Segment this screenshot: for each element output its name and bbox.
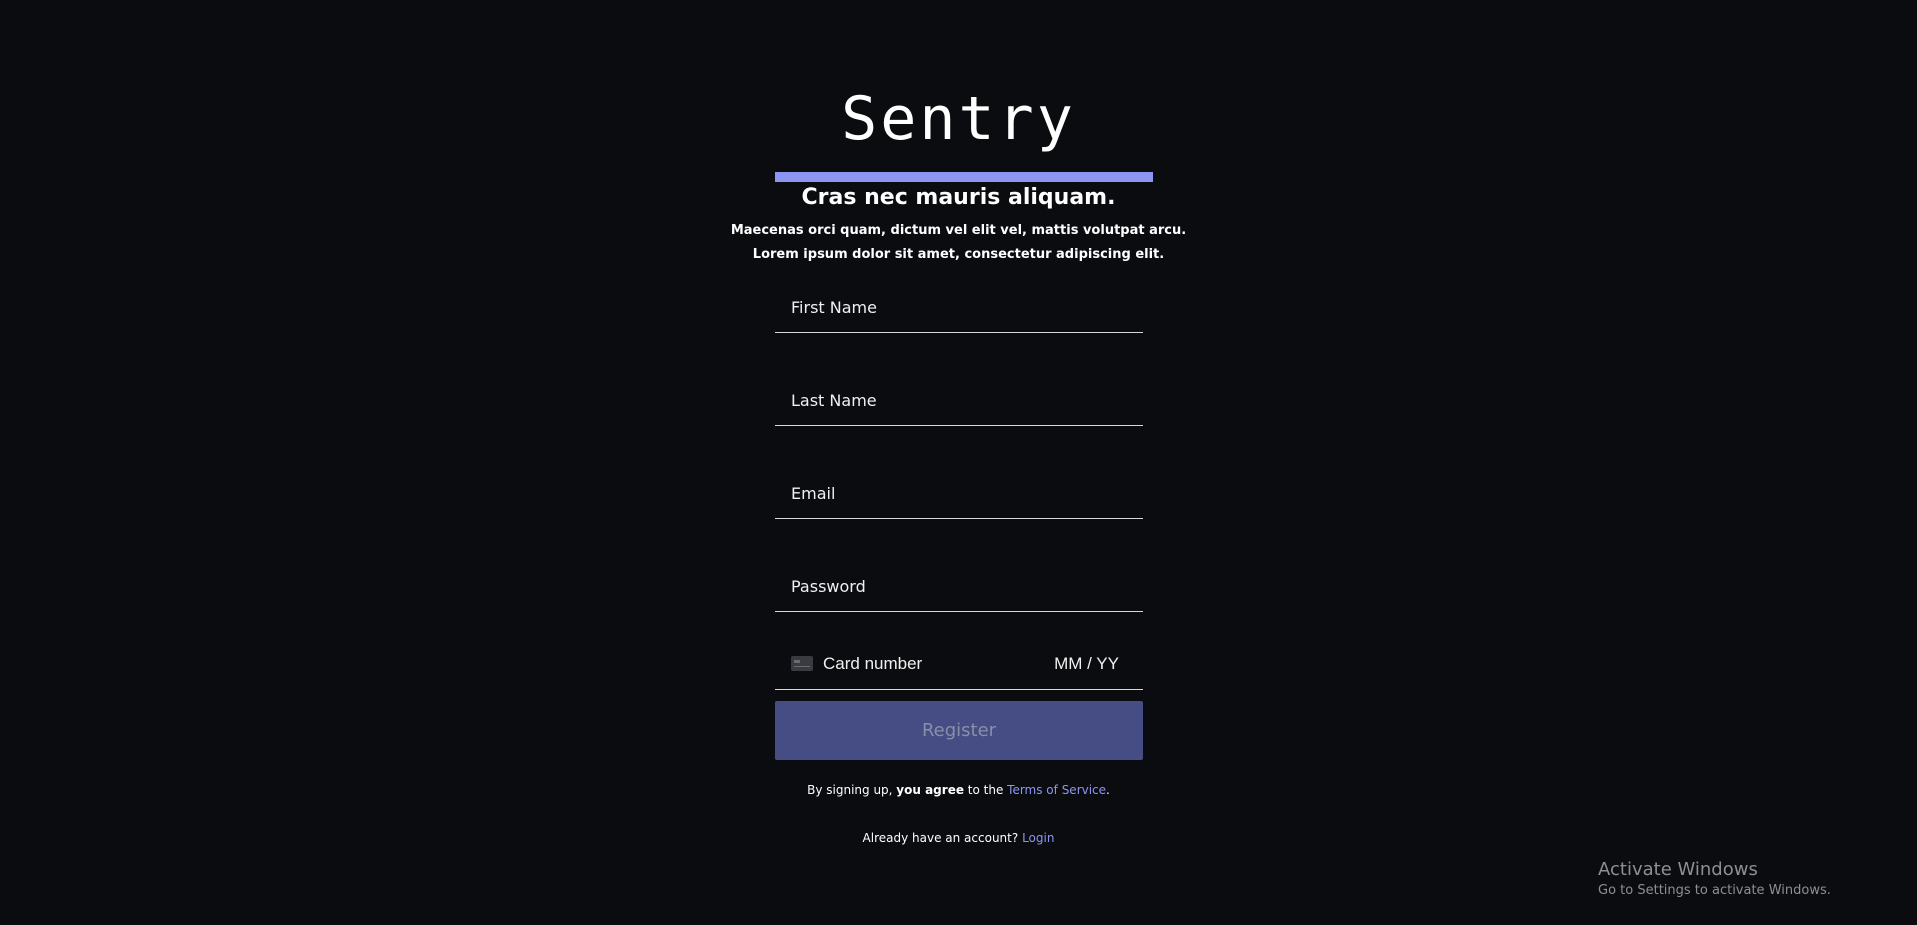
password-input[interactable] [775, 562, 1143, 611]
credit-card-icon [791, 656, 813, 671]
terms-of-service-link[interactable]: Terms of Service [1007, 783, 1106, 797]
first-name-field-wrapper [775, 283, 1143, 333]
terms-prefix: By signing up, [807, 783, 897, 797]
page-heading: Cras nec mauris aliquam. [801, 185, 1116, 210]
email-field-wrapper [775, 469, 1143, 519]
accent-bar [775, 172, 1153, 182]
register-button[interactable]: Register [775, 701, 1143, 760]
card-expiry-placeholder[interactable]: MM / YY [1054, 654, 1119, 674]
activate-windows-title: Activate Windows [1598, 859, 1758, 880]
terms-suffix: . [1106, 783, 1110, 797]
terms-emphasis: you agree [896, 783, 964, 797]
first-name-input[interactable] [775, 283, 1143, 332]
intro-line-2: Lorem ipsum dolor sit amet, consectetur … [752, 247, 1165, 262]
card-number-placeholder[interactable]: Card number [823, 654, 922, 674]
terms-notice: By signing up, you agree to the Terms of… [0, 781, 1917, 799]
email-input[interactable] [775, 469, 1143, 518]
activate-windows-subtitle: Go to Settings to activate Windows. [1598, 883, 1831, 898]
login-prompt-text: Already have an account? [862, 831, 1023, 845]
password-field-wrapper [775, 562, 1143, 612]
activate-windows-watermark: Activate Windows Go to Settings to activ… [1598, 858, 1898, 900]
login-prompt: Already have an account? Login [0, 829, 1917, 847]
intro-line-1: Maecenas orci quam, dictum vel elit vel,… [730, 223, 1187, 238]
last-name-field-wrapper [775, 376, 1143, 426]
brand-logo-text: Sentry [841, 84, 1076, 154]
last-name-input[interactable] [775, 376, 1143, 425]
terms-middle: to the [963, 783, 1008, 797]
card-input[interactable]: Card number MM / YY [775, 640, 1143, 690]
register-page: Sentry Cras nec mauris aliquam. Maecenas… [0, 0, 1917, 925]
login-link[interactable]: Login [1022, 831, 1054, 845]
